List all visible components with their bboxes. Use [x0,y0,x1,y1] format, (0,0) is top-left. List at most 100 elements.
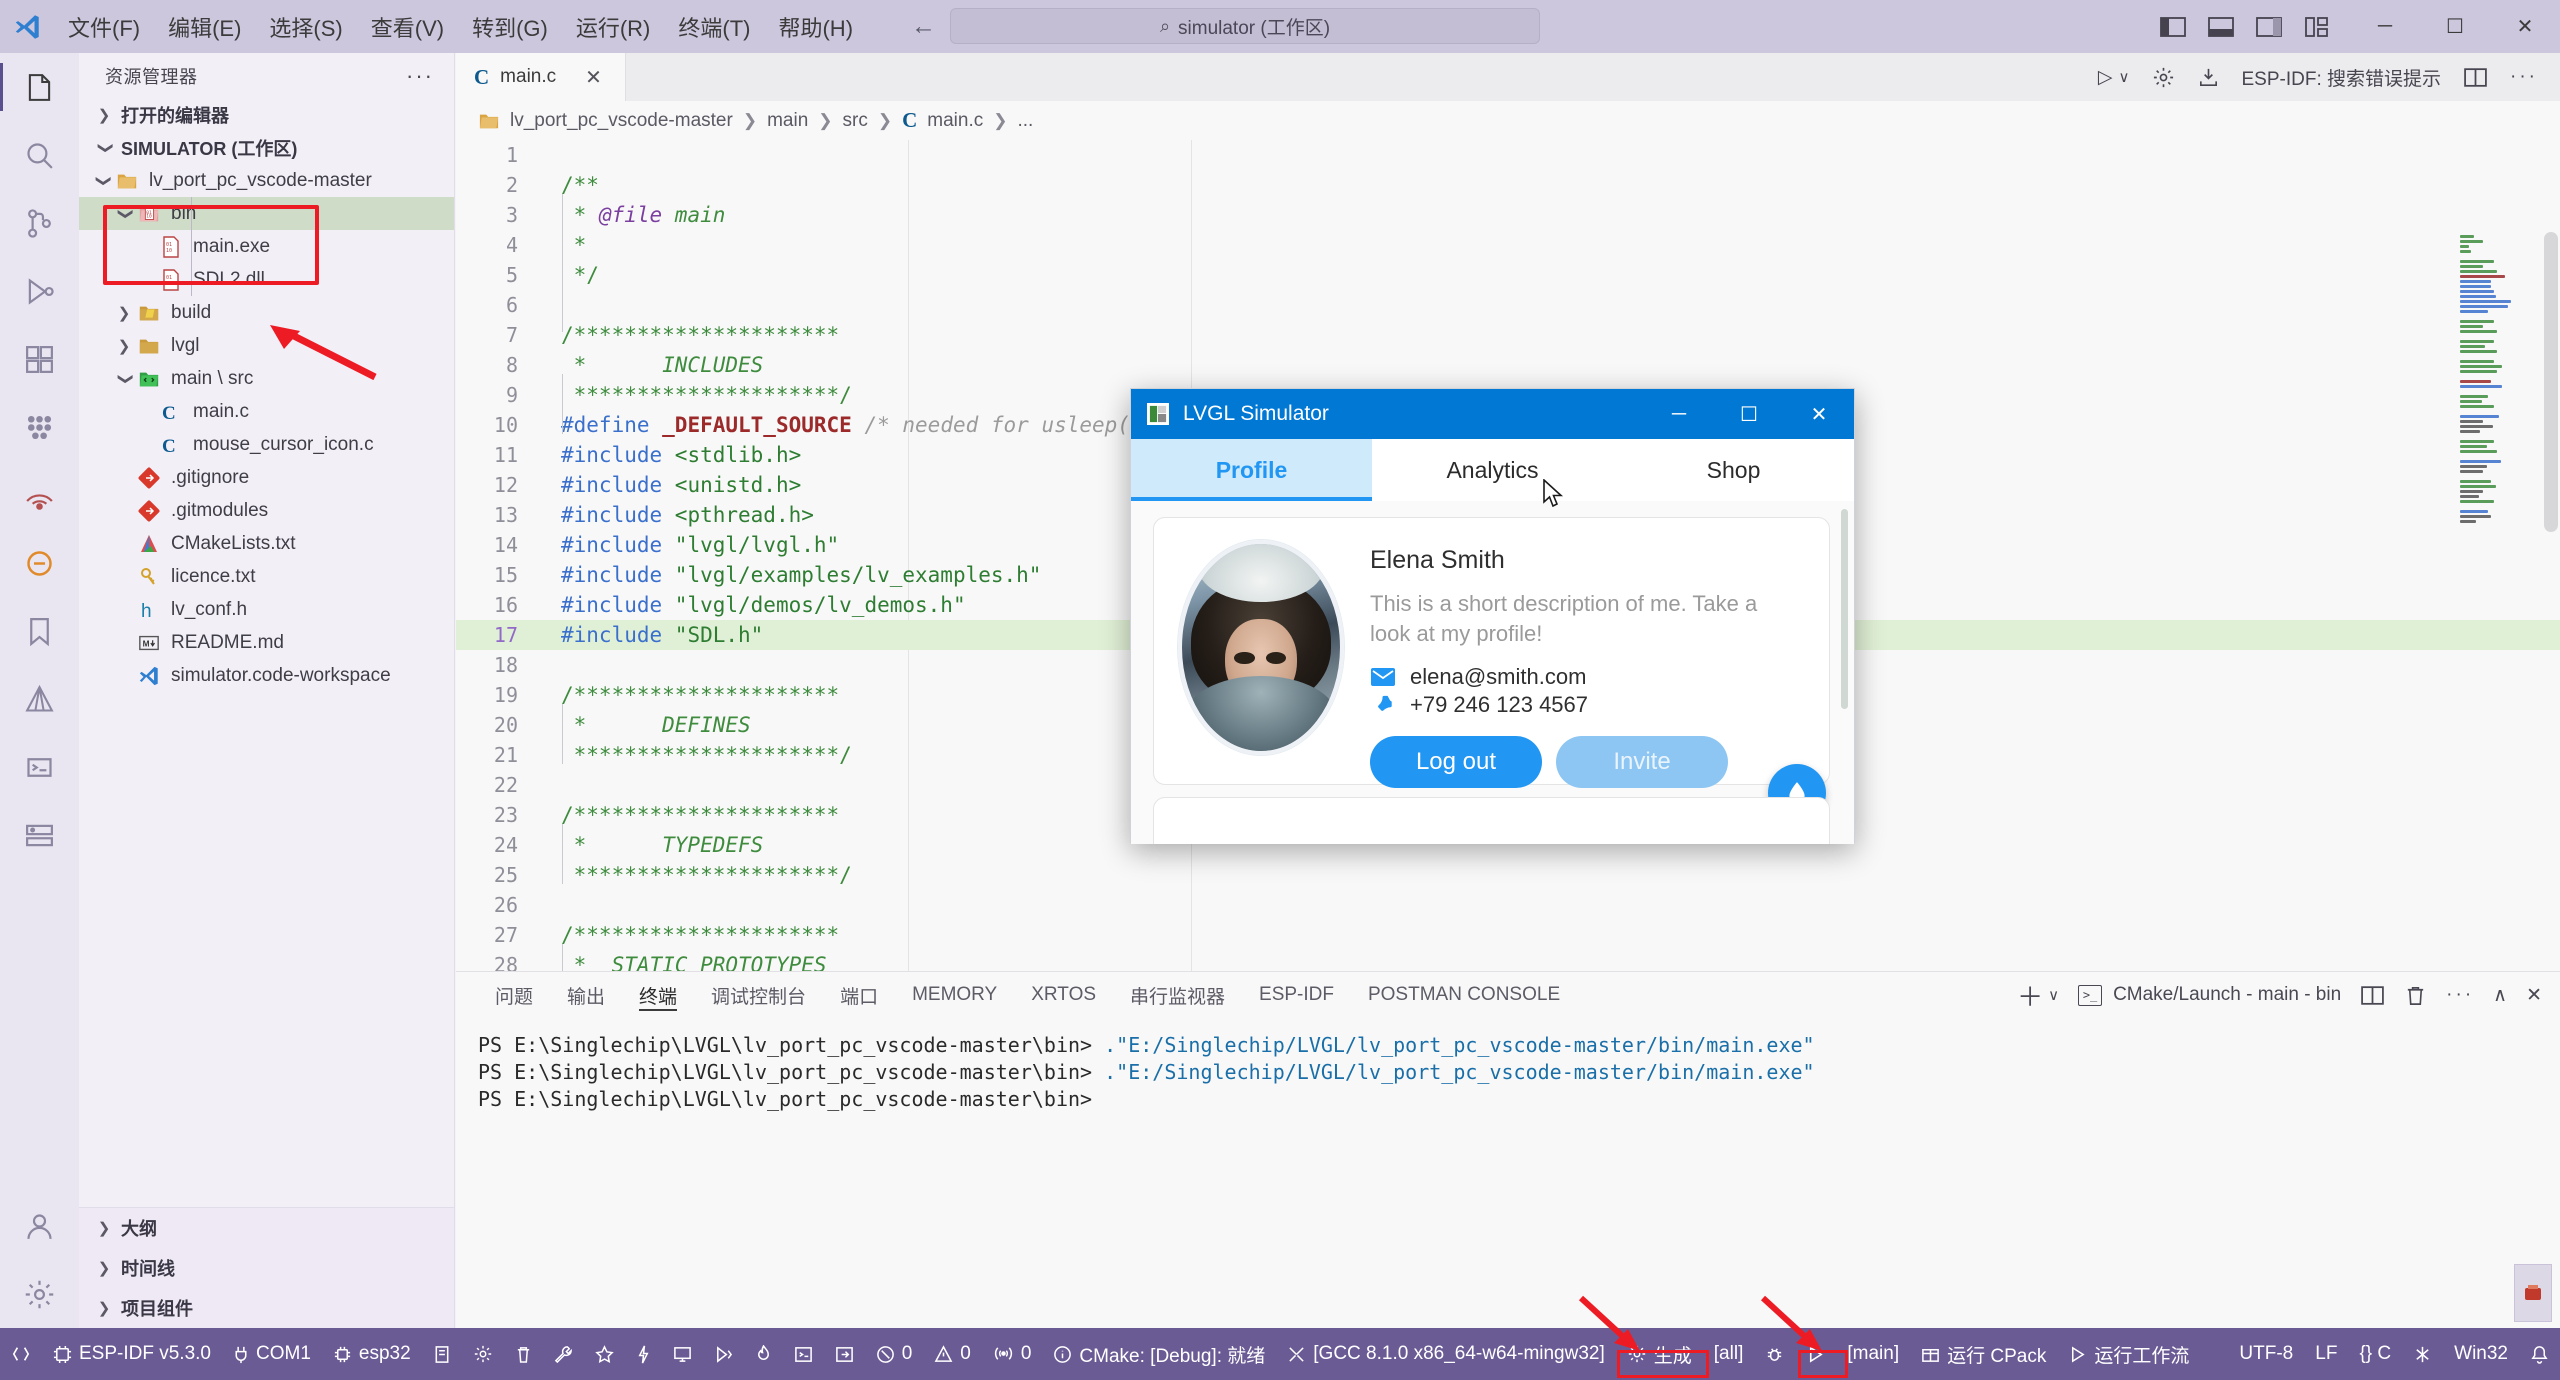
chevron-down-icon[interactable]: ❮ [93,170,111,192]
activity-serial-monitor-icon[interactable] [0,733,79,801]
tab-close-icon[interactable]: ✕ [585,65,602,90]
activity-espressif-icon[interactable] [0,461,79,529]
breadcrumb-item-4[interactable]: ... [1017,110,1033,132]
tree-item[interactable]: ❮ lv_port_pc_vscode-master [79,164,454,197]
back-arrow-icon[interactable]: ← [911,12,936,41]
status-eol[interactable]: LF [2304,1328,2348,1380]
tree-item[interactable]: 01 10 main.exe [79,230,454,263]
gear-icon[interactable] [2152,66,2175,89]
lvgl-simulator-window[interactable]: LVGL Simulator ─ ☐ ✕ Profile Analytics S… [1130,388,1855,844]
espidf-search-error-hint-label[interactable]: ESP-IDF: 搜索错误提示 [2242,64,2442,91]
tree-item[interactable]: .gitignore [79,461,454,494]
customize-layout-icon[interactable] [2304,16,2330,38]
section-project-components[interactable]: ❯ 项目组件 [79,1288,454,1328]
panel-more-actions-icon[interactable]: ··· [2446,984,2474,1006]
simulator-scrollbar[interactable] [1841,509,1848,709]
status-cmake-status[interactable]: CMake: [Debug]: 就绪 [1042,1328,1276,1380]
status-remote-window[interactable] [0,1328,42,1380]
status-espidf-openocd[interactable] [662,1328,703,1380]
status-serial-port[interactable]: COM1 [222,1328,322,1380]
status-cmake-build-target[interactable]: [all] [1703,1328,1755,1380]
invite-button[interactable]: Invite [1556,736,1728,789]
status-espidf-terminal[interactable] [744,1328,783,1380]
status-platform[interactable]: Win32 [2443,1328,2519,1380]
panel-tab-4[interactable]: 端口 [823,972,895,1018]
panel-tab-7[interactable]: 串行监视器 [1113,972,1242,1018]
activity-extensions-icon[interactable] [0,325,79,393]
status-warnings-count[interactable]: 0 [923,1328,982,1380]
editor-more-actions-icon[interactable]: ··· [2510,66,2538,88]
window-maximize-button[interactable]: ☐ [2420,0,2490,53]
status-prettier[interactable] [2402,1328,2443,1380]
tree-item[interactable]: h lv_conf.h [79,593,454,626]
activity-testing-icon[interactable] [0,393,79,461]
status-espidf-build[interactable] [462,1328,504,1380]
chevron-down-icon[interactable]: ❮ [115,203,133,225]
section-workspace[interactable]: ❮ SIMULATOR (工作区) [79,131,454,164]
breadcrumb-item-0[interactable]: lv_port_pc_vscode-master [510,110,733,132]
status-espidf-version[interactable]: ESP-IDF v5.3.0 [42,1328,222,1380]
status-errors-count[interactable]: 0 [865,1328,924,1380]
menu-file[interactable]: 文件(F) [54,6,154,48]
menu-run[interactable]: 运行(R) [562,6,665,48]
run-chevron-down-icon[interactable]: ∨ [2119,68,2130,86]
breadcrumb-item-2[interactable]: src [843,110,868,132]
activity-account-icon[interactable] [0,1192,79,1260]
tree-item[interactable]: 01 10 SDL2.dll [79,263,454,296]
split-editor-icon[interactable] [2463,66,2488,89]
activity-bookmarks-icon[interactable] [0,597,79,665]
section-timeline[interactable]: ❯ 时间线 [79,1248,454,1288]
status-espidf-fullclean[interactable] [504,1328,543,1380]
status-target-chip[interactable]: esp32 [322,1328,422,1380]
window-minimize-button[interactable]: ─ [2350,0,2420,53]
simulator-tab-profile[interactable]: Profile [1131,439,1372,501]
tree-item[interactable]: simulator.code-workspace [79,659,454,692]
new-terminal-icon[interactable]: ＋ [2017,977,2043,1014]
terminal-selector[interactable]: >_ CMake/Launch - main - bin [2078,984,2341,1006]
panel-close-icon[interactable]: ✕ [2526,984,2542,1007]
status-espidf-flash[interactable] [543,1328,584,1380]
panel-tab-3[interactable]: 调试控制台 [694,972,823,1018]
status-espidf-menuconfig[interactable] [422,1328,462,1380]
status-cmake-kit[interactable]: [GCC 8.1.0 x86_64-w64-mingw32] [1276,1328,1615,1380]
simulator-minimize-button[interactable]: ─ [1644,389,1714,439]
panel-tab-8[interactable]: ESP-IDF [1242,972,1351,1018]
panel-tab-2[interactable]: 终端 [622,972,694,1018]
activity-platformio-icon[interactable] [0,529,79,597]
menu-go[interactable]: 转到(G) [458,6,562,48]
editor-scrollbar[interactable] [2544,232,2558,532]
status-cmake-build-button[interactable]: 生成 [1616,1328,1703,1380]
status-encoding[interactable]: UTF-8 [2228,1328,2304,1380]
status-run-workflow[interactable]: 运行工作流 [2057,1328,2200,1380]
status-espidf-export[interactable] [824,1328,865,1380]
toggle-secondary-sidebar-icon[interactable] [2256,16,2282,38]
split-terminal-icon[interactable] [2360,984,2385,1007]
menu-help[interactable]: 帮助(H) [764,6,867,48]
activity-source-control-icon[interactable] [0,189,79,257]
status-ports-count[interactable]: 0 [982,1328,1043,1380]
panel-tab-0[interactable]: 问题 [478,972,550,1018]
panel-tab-6[interactable]: XRTOS [1014,972,1113,1018]
run-file-icon[interactable]: ▷ [2098,66,2113,89]
window-close-button[interactable]: ✕ [2490,0,2560,53]
tree-item[interactable]: M README.md [79,626,454,659]
status-notifications[interactable] [2519,1328,2560,1380]
menu-terminal[interactable]: 终端(T) [664,6,764,48]
status-espidf-monitor[interactable] [584,1328,625,1380]
panel-tab-5[interactable]: MEMORY [895,972,1014,1018]
simulator-tab-shop[interactable]: Shop [1613,439,1854,501]
tab-main-c[interactable]: C main.c ✕ [456,53,626,101]
tree-item[interactable]: Cmouse_cursor_icon.c [79,428,454,461]
section-outline[interactable]: ❯ 大纲 [79,1208,454,1248]
menu-selection[interactable]: 选择(S) [255,6,356,48]
toggle-panel-icon[interactable] [2208,16,2234,38]
simulator-close-button[interactable]: ✕ [1784,389,1854,439]
floating-badge-icon[interactable] [2514,1264,2552,1322]
chevron-down-icon[interactable]: ❮ [115,368,133,390]
simulator-maximize-button[interactable]: ☐ [1714,389,1784,439]
sidebar-more-actions-icon[interactable]: ··· [406,63,434,89]
activity-cmake-icon[interactable] [0,665,79,733]
editor-minimap[interactable] [2460,230,2538,523]
menu-view[interactable]: 查看(V) [357,6,458,48]
chevron-right-icon[interactable]: ❯ [113,304,135,322]
